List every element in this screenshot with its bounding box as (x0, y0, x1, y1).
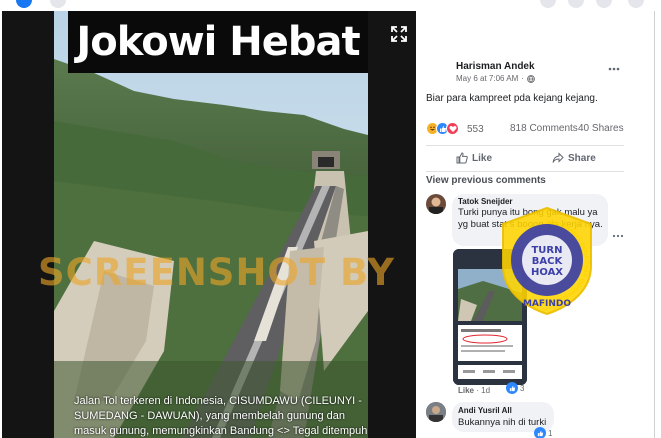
reaction-icons[interactable] (426, 122, 459, 135)
like-reaction-icon (534, 427, 546, 438)
post-timestamp[interactable]: May 6 at 7:06 AM (456, 74, 518, 83)
notifications-circle-icon[interactable] (596, 0, 612, 8)
highway-photo[interactable] (54, 11, 368, 438)
comment-text: Bukannya nih di turki (458, 417, 547, 428)
share-button[interactable]: Share (552, 150, 596, 166)
author-avatar[interactable] (426, 60, 452, 86)
mountain-highway-illustration (54, 11, 368, 438)
comment-avatar[interactable] (426, 402, 446, 422)
stamp-line-1: TURN (531, 245, 562, 256)
comment-avatar[interactable] (426, 194, 446, 214)
image-title-banner: Jokowi Hebat (68, 11, 368, 73)
screenshot-frame: Jokowi Hebat SCREENSHOT BY Jalan Tol ter… (0, 0, 661, 438)
like-label: Like (472, 152, 493, 164)
divider (426, 145, 624, 146)
post-author-name[interactable]: Harisman Andek (456, 61, 535, 72)
comment-reaction-count[interactable]: 3 (506, 382, 524, 394)
shares-count[interactable]: 40 Shares (578, 123, 624, 134)
image-caption: Jalan Tol terkeren di Indonesia, CISUMDA… (74, 395, 368, 437)
comment-reaction-number: 3 (520, 383, 525, 393)
photo-viewer: Jokowi Hebat SCREENSHOT BY Jalan Tol ter… (2, 11, 416, 438)
reaction-count[interactable]: 553 (467, 124, 484, 135)
comment-like-link[interactable]: Like (458, 386, 474, 395)
image-title-text: Jokowi Hebat (76, 19, 360, 65)
comment-actions: Like · 1d (458, 386, 490, 395)
account-circle-icon[interactable] (628, 0, 644, 8)
comment-reaction-count[interactable]: 1 (534, 427, 552, 438)
post-meta: May 6 at 7:06 AM · (456, 74, 535, 83)
comment-author-name[interactable]: Tatok Sneijder (458, 197, 513, 206)
facebook-logo-icon[interactable] (16, 0, 32, 8)
like-reaction-icon (506, 382, 518, 394)
browser-top-strip (0, 0, 661, 8)
view-previous-comments-link[interactable]: View previous comments (426, 175, 546, 186)
thumbs-up-icon (456, 152, 468, 164)
like-button[interactable]: Like (456, 150, 492, 166)
stamp-line-2: BACK (532, 256, 564, 267)
comment-options-icon[interactable] (612, 233, 624, 239)
post-options-icon[interactable] (607, 65, 621, 73)
panel-edge (654, 11, 655, 438)
comments-count[interactable]: 818 Comments (510, 123, 578, 134)
nav-circle-icon[interactable] (50, 0, 66, 8)
stamp-line-3: HOAX (531, 267, 563, 278)
stamp-brand: MAFINDO (523, 299, 571, 309)
share-arrow-icon (552, 152, 564, 163)
share-label: Share (568, 152, 596, 164)
divider (426, 171, 624, 172)
comment-author-name[interactable]: Andi Yusril All (458, 406, 512, 415)
post-text: Biar para kampreet pda kejang kejang. (426, 93, 598, 104)
meta-separator: · (521, 74, 524, 83)
comment-time[interactable]: · 1d (476, 386, 490, 395)
expand-arrows-icon[interactable] (390, 25, 408, 43)
love-reaction-icon (446, 122, 459, 135)
globe-icon (527, 74, 535, 83)
comment-reaction-number: 1 (548, 428, 553, 438)
messenger-circle-icon[interactable] (568, 0, 584, 8)
turn-back-hoax-stamp: MASYARAKAT ANTIFITNAH INDONESIA TURN BAC… (502, 206, 592, 316)
screenshot-watermark: SCREENSHOT BY (38, 251, 395, 294)
menu-circle-icon[interactable] (540, 0, 556, 8)
